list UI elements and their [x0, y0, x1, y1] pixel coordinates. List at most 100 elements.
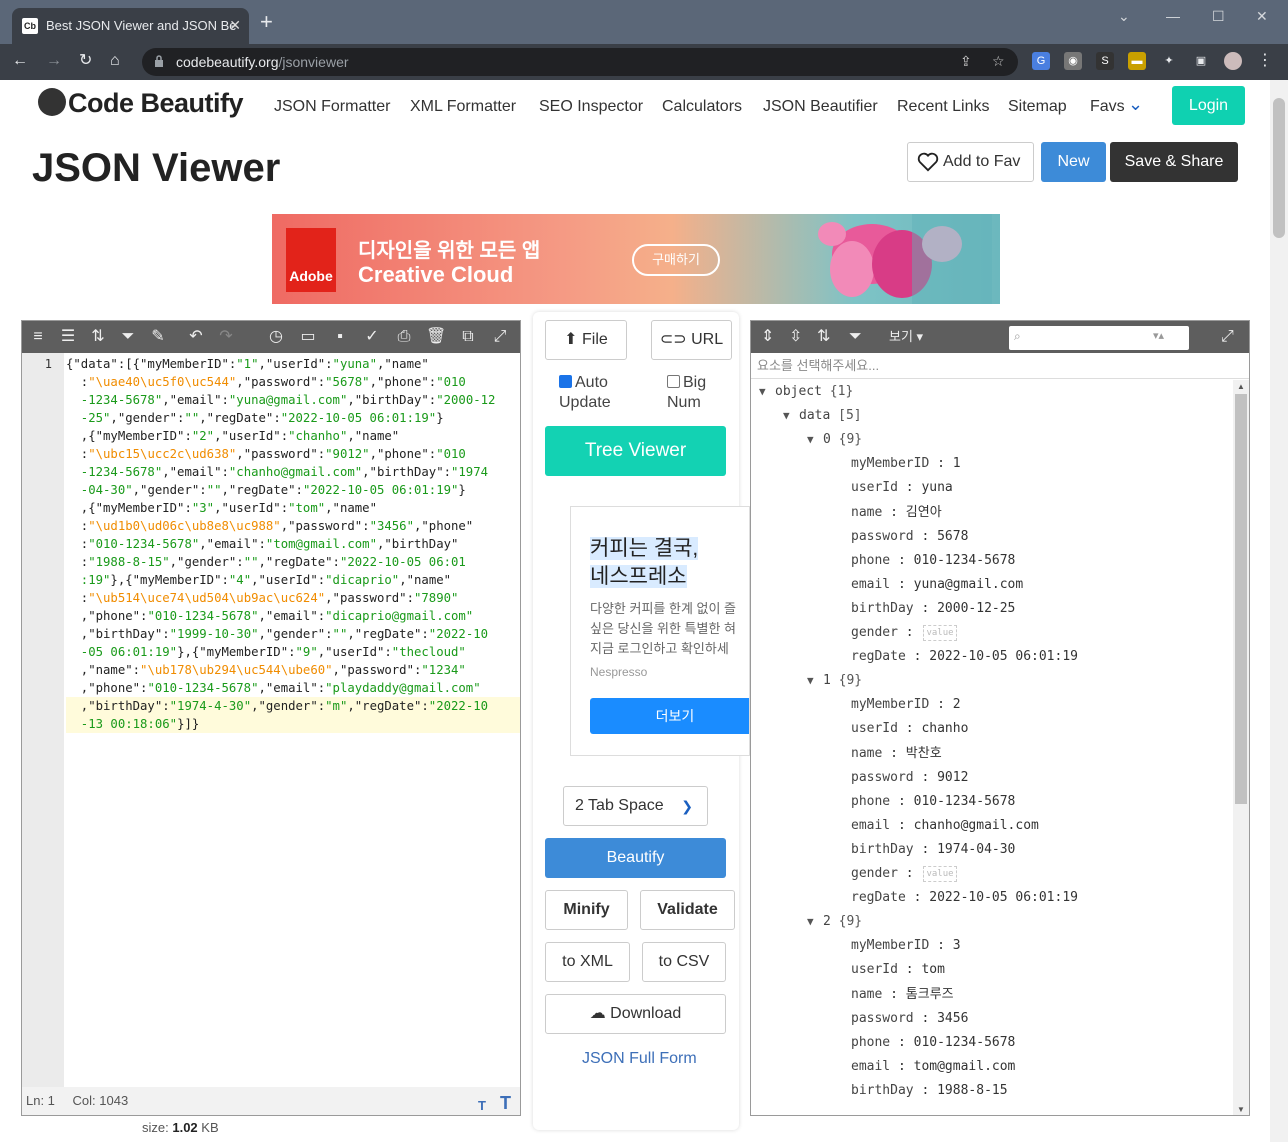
address-bar[interactable]: codebeautify.org/jsonviewer ⇪ ☆	[142, 48, 1018, 76]
big-num-checkbox[interactable]: Big Num	[667, 373, 717, 413]
compact-icon[interactable]: ☰	[58, 327, 78, 347]
history-icon[interactable]: ◷	[266, 327, 286, 347]
save-share-button[interactable]: Save & Share	[1110, 142, 1238, 182]
delete-icon[interactable]: 🗑	[426, 327, 446, 347]
repair-wrench-icon[interactable]: ✎	[148, 327, 168, 347]
tree-node[interactable]: phone : 010-1234-5678	[851, 549, 1015, 573]
expand-toggle-icon[interactable]: ▼	[807, 910, 823, 934]
ad-more-button[interactable]: 더보기	[590, 698, 749, 734]
scroll-down-icon[interactable]: ▼	[1237, 1105, 1245, 1114]
tree-view[interactable]: ▼ object {1} ▼ data [5] ▼ 0 {9} myMemberID : 1…	[751, 380, 1233, 1115]
nav-seo-inspector[interactable]: SEO Inspector	[539, 98, 643, 116]
tree-node[interactable]: myMemberID : 3	[851, 934, 961, 958]
copy-icon[interactable]: ⧉	[458, 327, 478, 347]
tab-space-select[interactable]: 2 Tab Space ❯	[563, 786, 708, 826]
big-num-check-box[interactable]	[667, 375, 680, 388]
save-disk-icon[interactable]: ▪	[330, 327, 350, 347]
adobe-ad-banner[interactable]: Adobe 디자인을 위한 모든 앱 Creative Cloud 구매하기	[272, 214, 1000, 304]
expand-all-icon[interactable]: ⇕	[761, 327, 774, 347]
to-xml-button[interactable]: to XML	[545, 942, 630, 982]
collapse-all-icon[interactable]: ⇳	[789, 327, 802, 347]
tree-search-input[interactable]: ⌕ ▾▴	[1009, 326, 1189, 350]
tree-node[interactable]: password : 9012	[851, 766, 968, 790]
font-larger-icon[interactable]: T	[500, 1089, 511, 1117]
tree-node[interactable]: birthDay : 2000-12-25	[851, 597, 1015, 621]
tree-node[interactable]: email : yuna@gmail.com	[851, 573, 1023, 597]
nav-sitemap[interactable]: Sitemap	[1008, 98, 1067, 116]
auto-update-check-box[interactable]	[559, 375, 572, 388]
add-to-fav-button[interactable]: Add to Fav	[907, 142, 1034, 182]
download-button[interactable]: ☁ Download	[545, 994, 726, 1034]
url-button[interactable]: ⊂⊃ URL	[651, 320, 732, 360]
tree-node[interactable]: myMemberID : 1	[851, 452, 961, 476]
sort-icon[interactable]: ⇅	[88, 327, 108, 347]
filter-icon[interactable]: ⏷	[118, 327, 138, 347]
login-button[interactable]: Login	[1172, 86, 1245, 125]
tree-scrollbar-thumb[interactable]	[1235, 394, 1247, 804]
nespresso-ad[interactable]: 커피는 결국, 네스프레소 다양한 커피를 한계 없이 즐 싶은 당신을 위한 특별…	[570, 506, 750, 756]
close-tab-icon[interactable]: ✕	[229, 17, 241, 34]
tree-node[interactable]: password : 3456	[851, 1007, 968, 1031]
beautify-button[interactable]: Beautify	[545, 838, 726, 878]
tree-scrollbar[interactable]: ▲ ▼	[1233, 380, 1249, 1115]
json-full-form-link[interactable]: JSON Full Form	[582, 1050, 697, 1068]
expand-toggle-icon[interactable]: ▼	[807, 669, 823, 693]
tree-node[interactable]: name : 박찬호	[851, 742, 942, 766]
profile-avatar[interactable]	[1224, 52, 1242, 70]
minify-button[interactable]: Minify	[545, 890, 628, 930]
nav-json-formatter[interactable]: JSON Formatter	[274, 98, 390, 116]
tree-node[interactable]: phone : 010-1234-5678	[851, 1031, 1015, 1055]
page-scrollbar-thumb[interactable]	[1273, 98, 1285, 238]
tree-node[interactable]: birthDay : 1974-04-30	[851, 838, 1015, 862]
tree-node[interactable]: name : 김연아	[851, 501, 942, 525]
sort-icon[interactable]: ⇅	[817, 327, 830, 347]
favs-chevron-down-icon[interactable]: ⌄	[1128, 94, 1143, 115]
new-button[interactable]: New	[1041, 142, 1106, 182]
forward-icon[interactable]: →	[46, 52, 62, 70]
tree-node[interactable]: ▼ 0 {9}	[807, 428, 862, 452]
back-icon[interactable]: ←	[12, 52, 28, 70]
maximize-icon[interactable]: ☐	[1212, 8, 1225, 25]
file-button[interactable]: ⬆ File	[545, 320, 627, 360]
brand-logo[interactable]: Code Beautify	[38, 88, 244, 119]
tree-node[interactable]: birthDay : 1988-8-15	[851, 1079, 1008, 1103]
tree-node[interactable]: ▼ 2 {9}	[807, 910, 862, 934]
to-csv-button[interactable]: to CSV	[642, 942, 726, 982]
fullscreen-icon[interactable]: ⤢	[490, 327, 510, 347]
tree-viewer-panel[interactable]: ⇕ ⇳ ⇅ ⏷ 보기 ▾ ⌕ ▾▴ ⤢ 요소를 선택해주세요... ▼ objec…	[750, 320, 1250, 1116]
tree-node[interactable]: name : 톰크루즈	[851, 983, 954, 1007]
page-scrollbar[interactable]	[1270, 80, 1288, 1142]
tree-node[interactable]: password : 5678	[851, 525, 968, 549]
tree-node[interactable]: regDate : 2022-10-05 06:01:19	[851, 886, 1078, 910]
browser-tab[interactable]: Cb Best JSON Viewer and JSON Be ✕	[12, 8, 249, 44]
browser-menu-icon[interactable]: ⋮	[1256, 52, 1274, 70]
share-icon[interactable]: ⇪	[960, 53, 972, 70]
print-icon[interactable]: ⎙	[394, 327, 414, 347]
tree-node[interactable]: gender : value	[851, 862, 957, 886]
tree-node[interactable]: email : chanho@gmail.com	[851, 814, 1039, 838]
s-extension-icon[interactable]: S	[1096, 52, 1114, 70]
new-tab-icon[interactable]: +	[260, 11, 273, 33]
ad-buy-button[interactable]: 구매하기	[632, 244, 720, 276]
tree-node[interactable]: ▼ 1 {9}	[807, 669, 862, 693]
translate-extension-icon[interactable]: G	[1032, 52, 1050, 70]
nav-favs[interactable]: Favs	[1090, 98, 1125, 116]
fullscreen-icon[interactable]: ⤢	[1221, 327, 1234, 347]
validate-check-icon[interactable]: ✓	[362, 327, 382, 347]
tree-node[interactable]: ▼ data [5]	[783, 404, 862, 428]
extensions-puzzle-icon[interactable]: ✦	[1160, 52, 1178, 70]
nav-xml-formatter[interactable]: XML Formatter	[410, 98, 516, 116]
code-text-area[interactable]: {"data":[{"myMemberID":"1","userId":"yun…	[64, 353, 520, 1087]
expand-toggle-icon[interactable]: ▼	[783, 404, 799, 428]
redo-icon[interactable]: ↷	[216, 327, 236, 347]
tab-search-icon[interactable]: ⌄	[1118, 8, 1130, 25]
folder-extension-icon[interactable]: ▬	[1128, 52, 1146, 70]
scroll-up-icon[interactable]: ▲	[1237, 382, 1245, 391]
json-input-editor[interactable]: ≡ ☰ ⇅ ⏷ ✎ ↶ ↷ ◷ ▭ ▪ ✓ ⎙ 🗑 ⧉ ⤢ 1 {"data":…	[21, 320, 521, 1116]
nav-recent-links[interactable]: Recent Links	[897, 98, 990, 116]
home-icon[interactable]: ⌂	[110, 52, 120, 70]
validate-button[interactable]: Validate	[640, 890, 735, 930]
tree-node[interactable]: ▼ object {1}	[759, 380, 853, 404]
side-panel-icon[interactable]: ▣	[1192, 52, 1210, 70]
tree-node[interactable]: phone : 010-1234-5678	[851, 790, 1015, 814]
